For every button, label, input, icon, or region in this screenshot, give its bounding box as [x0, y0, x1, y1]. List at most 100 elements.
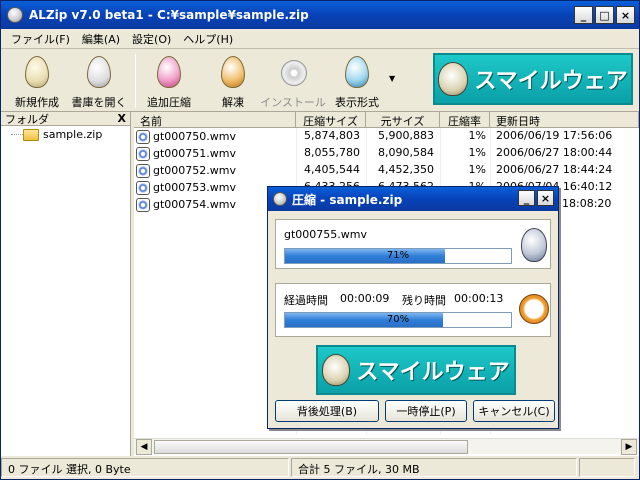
view-mode-label: 表示形式 [335, 96, 379, 109]
wmv-file-icon [136, 163, 150, 178]
wmv-file-icon [136, 180, 150, 195]
column-header-ratio[interactable]: 圧縮率 [440, 112, 490, 128]
mascot-icon [438, 62, 469, 96]
compressed-size: 5,874,803 [304, 129, 360, 142]
extract-button[interactable]: 解凍 [211, 52, 255, 110]
horizontal-scrollbar[interactable]: ◀ ▶ [134, 438, 639, 455]
column-header-name[interactable]: 名前 [134, 112, 296, 128]
original-size: 5,900,883 [378, 129, 434, 142]
tree-item-label: sample.zip [43, 128, 103, 141]
tree-connector [11, 134, 23, 135]
file-progress-bar: 71% [284, 248, 512, 264]
status-blank [579, 458, 635, 477]
alzip-app-icon [273, 192, 287, 206]
compress-ratio: 1% [468, 163, 486, 176]
banner-text: スマイルウェア [474, 69, 628, 94]
add-compress-button[interactable]: 追加圧縮 [141, 52, 197, 110]
elapsed-time: 00:00:09 [340, 292, 390, 305]
table-row[interactable]: gt000752.wmv 4,405,544 4,452,350 1% 2006… [134, 162, 639, 179]
scroll-thumb[interactable] [154, 440, 468, 454]
menu-settings[interactable]: 設定(O) [126, 31, 177, 47]
original-size: 4,452,350 [378, 163, 434, 176]
status-bar: 0 ファイル 選択, 0 Byte 合計 5 ファイル, 30 MB [1, 456, 639, 479]
modified-date: 2006/06/27 18:00:44 [496, 146, 613, 159]
column-header-original[interactable]: 元サイズ [366, 112, 440, 128]
install-icon [277, 54, 309, 90]
scroll-left-icon[interactable]: ◀ [136, 439, 152, 455]
compressed-size: 4,405,544 [304, 163, 360, 176]
file-progress-text: 71% [386, 250, 410, 261]
dialog-title-bar[interactable]: 圧縮 - sample.zip _ × [268, 187, 558, 211]
menu-help[interactable]: ヘルプ(H) [177, 31, 239, 47]
smileware-banner[interactable]: スマイルウェア [433, 53, 633, 105]
open-archive-button[interactable]: 書庫を開く [69, 52, 129, 110]
file-name: gt000753.wmv [153, 181, 237, 194]
add-compress-label: 追加圧縮 [147, 96, 191, 109]
main-window: ALZip v7.0 beta1 - C:¥sample¥sample.zip … [0, 0, 640, 480]
column-header-modified[interactable]: 更新日時 [490, 112, 639, 128]
new-archive-label: 新規作成 [15, 96, 59, 109]
dialog-smileware-banner[interactable]: スマイルウェア [316, 345, 516, 395]
status-selection: 0 ファイル 選択, 0 Byte [1, 458, 289, 477]
total-progress-text: 70% [386, 314, 410, 325]
add-compress-icon [153, 54, 185, 90]
file-name: gt000754.wmv [153, 198, 237, 211]
file-name: gt000752.wmv [153, 164, 237, 177]
elapsed-label: 経過時間 [284, 294, 328, 307]
modified-date: 2006/06/19 17:56:06 [496, 129, 613, 142]
extract-label: 解凍 [222, 96, 244, 109]
toolbar-separator [135, 54, 136, 108]
new-archive-icon [21, 54, 53, 90]
status-total: 合計 5 ファイル, 30 MB [291, 458, 577, 477]
dialog-close-button[interactable]: × [537, 190, 554, 206]
modified-date: 18:08:20 [562, 197, 612, 210]
table-row[interactable]: gt000750.wmv 5,874,803 5,900,883 1% 2006… [134, 128, 639, 145]
table-row[interactable]: gt000751.wmv 8,055,780 8,090,584 1% 2006… [134, 145, 639, 162]
file-progress-group: gt000755.wmv 71% [275, 219, 551, 269]
compress-ratio: 1% [468, 129, 486, 142]
compressed-size: 8,055,780 [304, 146, 360, 159]
modified-date: 2006/06/27 18:44:24 [496, 163, 613, 176]
cancel-button[interactable]: キャンセル(C) [473, 400, 555, 422]
minimize-button[interactable]: _ [574, 6, 593, 24]
close-button[interactable]: × [616, 6, 635, 24]
file-name: gt000750.wmv [153, 130, 237, 143]
tree-item-sample-zip[interactable]: sample.zip [23, 128, 102, 141]
view-mode-button[interactable]: 表示形式 [329, 52, 385, 110]
remaining-time: 00:00:13 [454, 292, 504, 305]
compress-dialog: 圧縮 - sample.zip _ × gt000755.wmv 71% 経過時… [267, 186, 559, 429]
alzip-app-icon [7, 7, 23, 23]
extract-icon [217, 54, 249, 90]
menu-file[interactable]: ファイル(F) [5, 31, 76, 47]
background-button[interactable]: 背後処理(B) [275, 400, 379, 422]
mascot-icon [322, 354, 351, 386]
new-archive-button[interactable]: 新規作成 [11, 52, 63, 110]
file-name: gt000751.wmv [153, 147, 237, 160]
title-bar[interactable]: ALZip v7.0 beta1 - C:¥sample¥sample.zip … [1, 1, 639, 29]
install-button[interactable]: インストール [260, 52, 326, 110]
view-mode-dropdown-arrow-icon[interactable]: ▼ [389, 74, 395, 83]
open-archive-label: 書庫を開く [71, 96, 127, 109]
time-progress-group: 経過時間 00:00:09 残り時間 00:00:13 70% [275, 283, 551, 337]
menu-edit[interactable]: 編集(A) [76, 31, 126, 47]
compress-ratio: 1% [468, 146, 486, 159]
folder-pane-header: フォルダ [5, 112, 49, 126]
scroll-right-icon[interactable]: ▶ [621, 439, 637, 455]
total-progress-bar: 70% [284, 312, 512, 328]
maximize-button[interactable]: □ [595, 6, 614, 24]
open-archive-icon [83, 54, 115, 90]
egg-icon [521, 228, 547, 262]
current-file-name: gt000755.wmv [284, 228, 368, 241]
column-header-compressed[interactable]: 圧縮サイズ [296, 112, 366, 128]
folder-icon [23, 128, 39, 141]
dialog-minimize-button[interactable]: _ [518, 190, 535, 206]
pause-button[interactable]: 一時停止(P) [385, 400, 467, 422]
stopwatch-icon [519, 294, 549, 324]
window-title: ALZip v7.0 beta1 - C:¥sample¥sample.zip [29, 8, 309, 22]
folder-pane: フォルダ X sample.zip [1, 112, 131, 456]
wmv-file-icon [136, 129, 150, 144]
original-size: 8,090,584 [378, 146, 434, 159]
folder-pane-close-button[interactable]: X [118, 112, 126, 125]
wmv-file-icon [136, 197, 150, 212]
menu-bar: ファイル(F) 編集(A) 設定(O) ヘルプ(H) [1, 29, 639, 49]
